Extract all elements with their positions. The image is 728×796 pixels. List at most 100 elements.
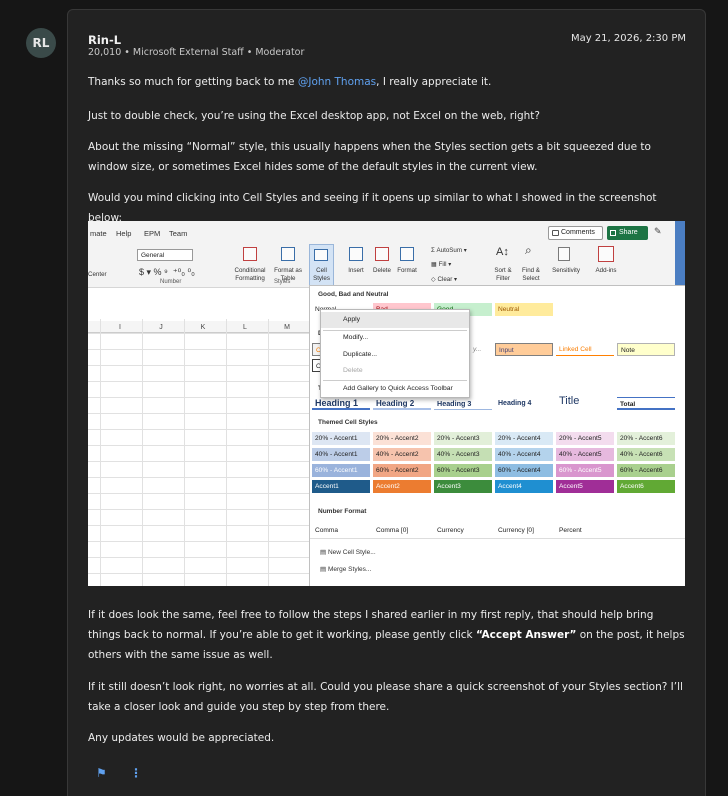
column-header: J [159, 324, 163, 331]
paragraph-1: Thanks so much for getting back to me @J… [88, 72, 688, 92]
paragraph-3: About the missing “Normal” style, this u… [88, 141, 651, 173]
themed-styles-title: Themed Cell Styles [318, 419, 378, 426]
themed-style-cell: 20% - Accent1 [312, 432, 370, 445]
column-header: L [243, 324, 247, 331]
grid-line [184, 319, 185, 586]
style-explanatory: y... [473, 346, 482, 353]
themed-style-cell: 40% - Accent4 [495, 448, 553, 461]
comments-label: Comments [561, 229, 595, 236]
delete-label: Delete [373, 267, 391, 274]
grid-line [88, 381, 310, 382]
post-card: Rin-L 20,010 • Microsoft External Staff … [67, 9, 706, 796]
more-options-icon[interactable]: ⋮ [130, 766, 142, 780]
grid-line [88, 477, 310, 478]
window-edge [675, 221, 685, 288]
addins-icon [598, 246, 614, 262]
themed-style-cell: 60% - Accent5 [556, 464, 614, 477]
author-meta: 20,010 • Microsoft External Staff • Mode… [88, 47, 305, 58]
themed-style-cell: 60% - Accent6 [617, 464, 675, 477]
new-cell-style-item: ▤ New Cell Style... [320, 549, 376, 556]
themed-style-cell: 20% - Accent4 [495, 432, 553, 445]
menu-apply: Apply [321, 312, 469, 328]
number-format-title: Number Format [318, 508, 367, 515]
author-name[interactable]: Rin-L [88, 33, 121, 47]
themed-style-cell: 40% - Accent3 [434, 448, 492, 461]
gallery-divider [310, 538, 685, 539]
themed-style-cell: Accent4 [495, 480, 553, 493]
share-label: Share [619, 229, 638, 236]
style-heading1: Heading 1 [312, 397, 370, 410]
format-label: Format [397, 267, 417, 274]
themed-style-cell: 60% - Accent2 [373, 464, 431, 477]
themed-style-cell: Accent2 [373, 480, 431, 493]
grid-line [88, 413, 310, 414]
cell-styles-icon [314, 249, 328, 261]
grid-line [88, 509, 310, 510]
themed-style-cell: 20% - Accent5 [556, 432, 614, 445]
grid-line [100, 319, 101, 586]
grid-line [88, 525, 310, 526]
column-header: M [284, 324, 290, 331]
excel-screenshot[interactable]: mate Help EPM Team Comments Share ✎ Cent… [88, 221, 685, 586]
group-number: Number [160, 279, 182, 285]
grid-line [88, 493, 310, 494]
paragraph-6: If it still doesn’t look right, no worri… [88, 681, 683, 713]
flag-icon[interactable]: ⚑ [96, 766, 107, 780]
themed-style-cell: Accent1 [312, 480, 370, 493]
grid-line [88, 333, 310, 334]
sensitivity-icon [558, 247, 570, 261]
menu-item: EPM [144, 229, 161, 238]
themed-style-cell: 40% - Accent5 [556, 448, 614, 461]
clear-label: ◇ Clear ▾ [431, 276, 458, 283]
number-format-style: Currency [0] [498, 527, 534, 534]
themed-style-cell: 20% - Accent6 [617, 432, 675, 445]
style-heading3: Heading 3 [434, 397, 492, 410]
conditional-formatting-label: Conditional Formatting [234, 267, 266, 282]
style-title: Title [559, 395, 580, 407]
paragraph-5: If it does look the same, feel free to f… [88, 605, 688, 665]
themed-style-cell: 60% - Accent1 [312, 464, 370, 477]
center-label: Center [88, 271, 107, 278]
menu-duplicate: Duplicate... [343, 351, 378, 358]
menu-add-qat: Add Gallery to Quick Access Toolbar [343, 385, 453, 392]
menu-item: Team [169, 229, 188, 238]
p1-pre: Thanks so much for getting back to me [88, 76, 298, 88]
accept-answer-emphasis: “Accept Answer” [475, 629, 577, 641]
grid-line [268, 319, 269, 586]
paragraph-2: Just to double check, you’re using the E… [88, 110, 540, 122]
menu-delete: Delete [343, 367, 363, 374]
style-total: Total [617, 397, 675, 410]
fill-label: ▦ Fill ▾ [431, 261, 452, 268]
pen-icon: ✎ [654, 226, 662, 236]
group-styles: Styles [274, 279, 291, 285]
mention-link[interactable]: @John Thomas [298, 76, 376, 88]
good-bad-neutral-title: Good, Bad and Neutral [318, 291, 389, 298]
excel-ribbon: mate Help EPM Team Comments Share ✎ Cent… [88, 221, 685, 288]
number-format-style: Comma [0] [376, 527, 409, 534]
themed-style-cell: Accent5 [556, 480, 614, 493]
themed-style-cell: 40% - Accent2 [373, 448, 431, 461]
style-input: Input [495, 343, 553, 356]
grid-line [88, 397, 310, 398]
style-neutral: Neutral [495, 303, 553, 316]
style-context-menu: Apply Modify... Duplicate... Delete Add … [320, 309, 470, 398]
share-button: Share [607, 226, 648, 240]
themed-style-cell: 60% - Accent4 [495, 464, 553, 477]
style-linked-cell: Linked Cell [556, 343, 614, 356]
format-table-icon [281, 247, 295, 261]
themed-style-cell: 20% - Accent2 [373, 432, 431, 445]
style-heading4: Heading 4 [498, 400, 532, 407]
grid-line [88, 557, 310, 558]
style-note: Note [617, 343, 675, 356]
themed-style-cell: 40% - Accent6 [617, 448, 675, 461]
comments-button: Comments [548, 226, 603, 240]
merge-styles-item: ▤ Merge Styles... [320, 566, 372, 573]
themed-style-cell: 40% - Accent1 [312, 448, 370, 461]
themed-style-cell: 20% - Accent3 [434, 432, 492, 445]
number-format-style: Comma [315, 527, 339, 534]
insert-icon [349, 247, 363, 261]
menu-item: mate [90, 229, 107, 238]
author-avatar[interactable]: RL [26, 28, 56, 58]
share-icon [610, 230, 616, 236]
currency-icon: $ ▾ % ⁹ ⁺⁰₀ ⁰₀ [139, 267, 195, 277]
